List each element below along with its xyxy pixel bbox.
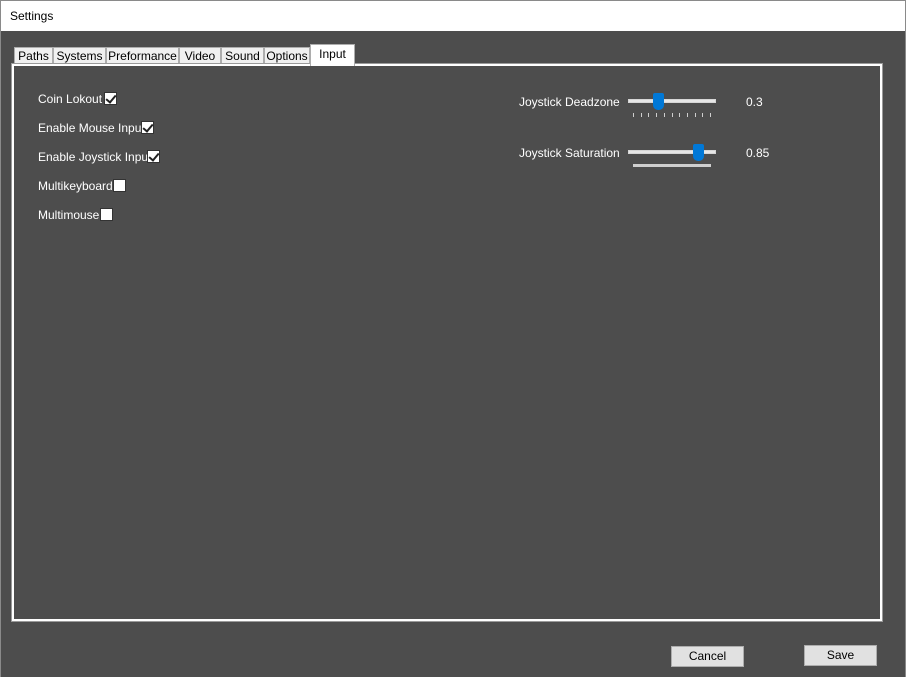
slider-tick bbox=[686, 113, 688, 117]
multimouse-checkbox[interactable] bbox=[100, 208, 113, 221]
check-icon bbox=[142, 121, 154, 133]
slider-tick bbox=[633, 113, 634, 117]
enable-mouse-input-checkbox[interactable] bbox=[141, 121, 154, 134]
title-bar: Settings bbox=[0, 0, 906, 31]
slider-tick bbox=[648, 113, 650, 117]
joystick-deadzone-track[interactable] bbox=[628, 99, 716, 103]
slider-tick bbox=[656, 113, 658, 117]
slider-tick bbox=[671, 113, 673, 117]
tab-options[interactable]: Options bbox=[264, 47, 310, 65]
slider-tick bbox=[702, 113, 704, 117]
slider-tick bbox=[694, 113, 696, 117]
slider-tick bbox=[679, 113, 681, 117]
multimouse-label: Multimouse bbox=[38, 208, 100, 222]
coin-lockout-label: Coin Lokout bbox=[38, 92, 103, 106]
joystick-saturation-thumb[interactable] bbox=[693, 144, 704, 161]
window-title: Settings bbox=[10, 9, 54, 23]
check-icon bbox=[148, 150, 160, 162]
joystick-deadzone-value: 0.3 bbox=[746, 95, 763, 109]
multikeyboard-label: Multikeyboard bbox=[38, 179, 113, 193]
tab-systems[interactable]: Systems bbox=[53, 47, 106, 65]
tab-preformance[interactable]: Preformance bbox=[106, 47, 179, 65]
joystick-saturation-underline bbox=[633, 164, 711, 167]
cancel-button[interactable]: Cancel bbox=[671, 646, 744, 667]
joystick-deadzone-thumb[interactable] bbox=[653, 93, 664, 110]
slider-tick bbox=[663, 113, 665, 117]
check-icon bbox=[105, 92, 117, 104]
joystick-deadzone-label: Joystick Deadzone bbox=[519, 95, 620, 109]
joystick-saturation-value: 0.85 bbox=[746, 146, 770, 160]
slider-tick bbox=[710, 113, 711, 117]
slider-tick bbox=[640, 113, 642, 117]
joystick-saturation-label: Joystick Saturation bbox=[519, 146, 620, 160]
enable-joystick-input-checkbox[interactable] bbox=[147, 150, 160, 163]
coin-lockout-checkbox[interactable] bbox=[104, 92, 117, 105]
save-button[interactable]: Save bbox=[804, 645, 877, 666]
enable-mouse-input-label: Enable Mouse Input bbox=[38, 121, 145, 135]
enable-joystick-input-label: Enable Joystick Input bbox=[38, 150, 152, 164]
tab-paths[interactable]: Paths bbox=[14, 47, 53, 65]
multikeyboard-checkbox[interactable] bbox=[113, 179, 126, 192]
tab-sound[interactable]: Sound bbox=[221, 47, 264, 65]
tab-input[interactable]: Input bbox=[310, 44, 355, 66]
tab-video[interactable]: Video bbox=[179, 47, 221, 65]
